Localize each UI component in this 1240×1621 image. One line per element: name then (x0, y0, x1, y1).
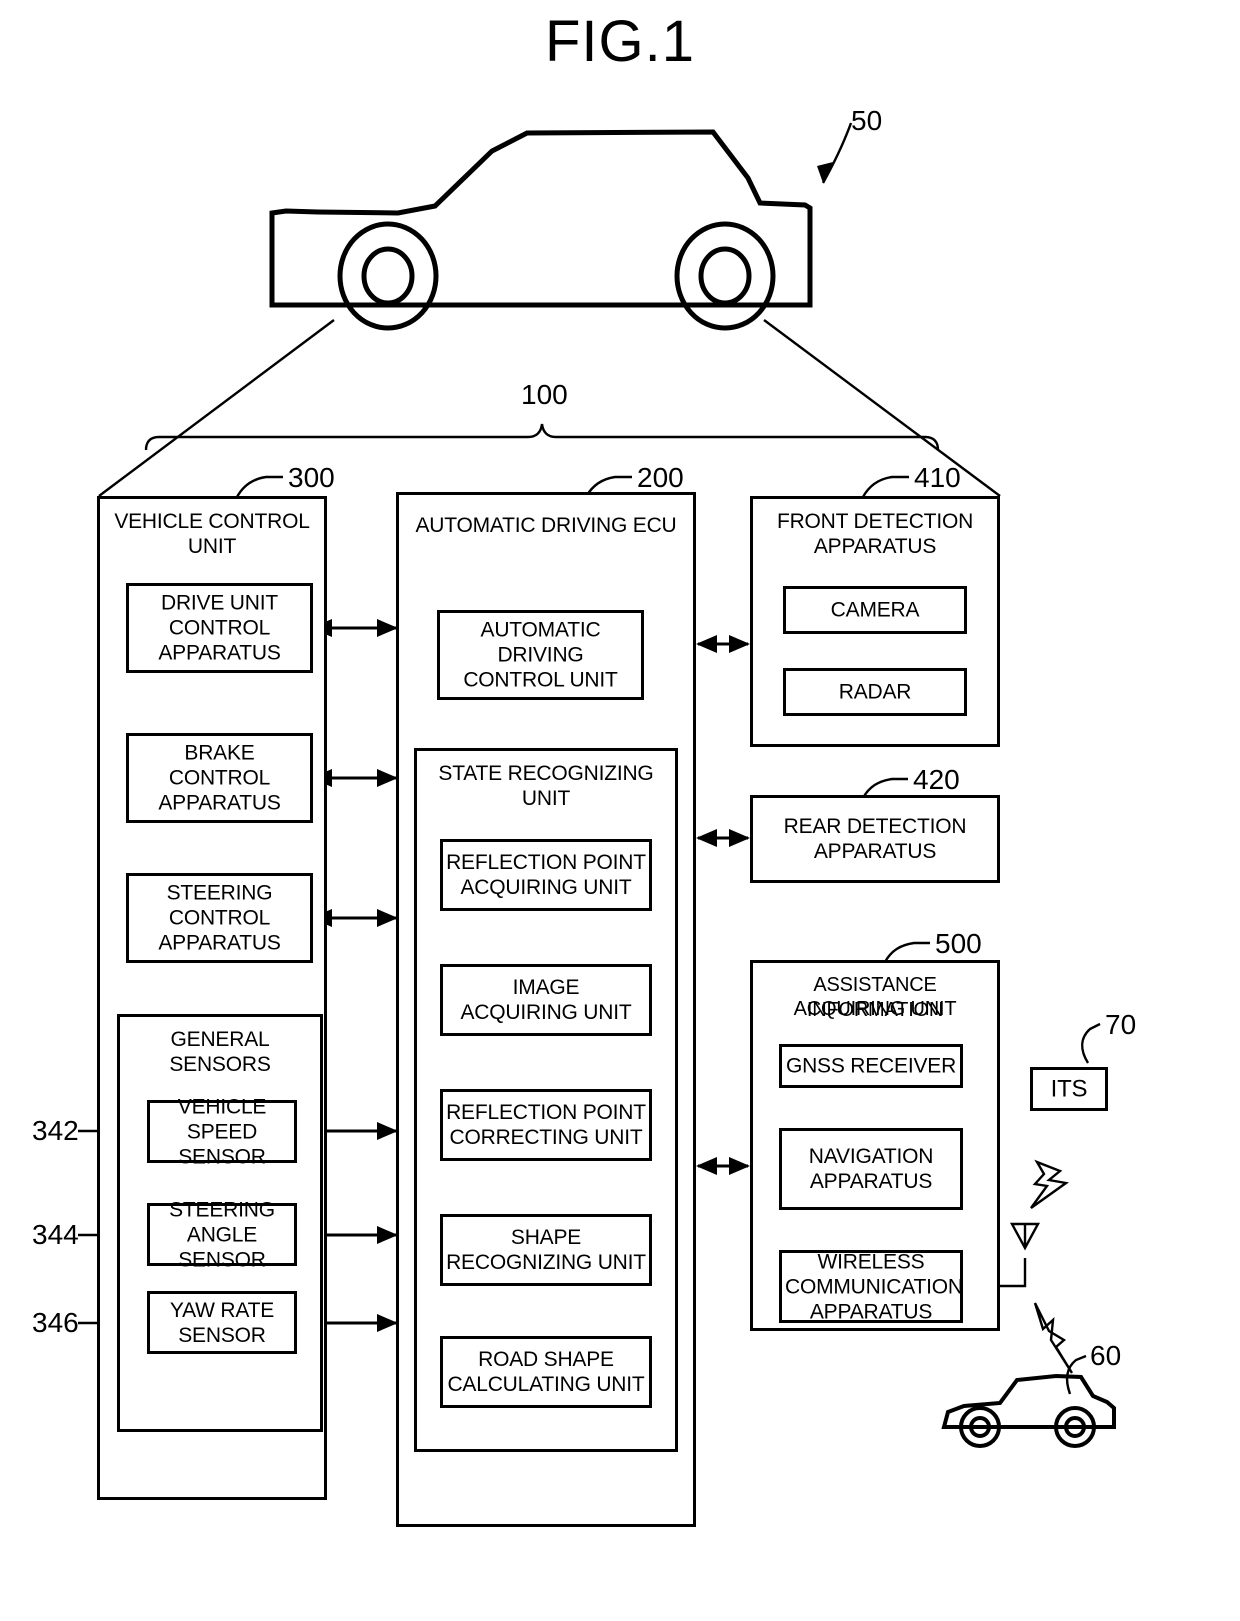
ref-100: 100 (521, 379, 568, 410)
leader-300 (235, 475, 283, 498)
rear-detection-apparatus-box[interactable]: REAR DETECTION APPARATUS (750, 795, 1000, 883)
its-box[interactable]: ITS (1030, 1067, 1108, 1111)
vehicle-speed-sensor-box[interactable]: VEHICLE SPEED SENSOR (147, 1095, 297, 1168)
gnss-receiver-label: GNSS RECEIVER (785, 1054, 957, 1078)
brace-100 (144, 423, 940, 451)
camera-label: CAMERA (830, 598, 920, 622)
lightning-bolt-its (1030, 1159, 1070, 1209)
rear-detection-apparatus-label: REAR DETECTION APPARATUS (783, 815, 967, 863)
image-acquiring-unit-label: IMAGE ACQUIRING UNIT (460, 976, 632, 1024)
state-recognizing-unit-title-line1: STATE RECOGNIZING (438, 762, 654, 785)
road-shape-calculating-unit-label: ROAD SHAPE CALCULATING UNIT (447, 1348, 645, 1396)
camera-box[interactable]: CAMERA (783, 586, 967, 634)
arrow-ecu-front-detection (696, 635, 750, 653)
vehicle-control-unit-title-line2: UNIT (187, 535, 237, 558)
steering-control-apparatus-label: STEERING CONTROL APPARATUS (158, 881, 281, 955)
drive-unit-control-apparatus-label: DRIVE UNIT CONTROL APPARATUS (158, 591, 281, 665)
yaw-rate-sensor-label: YAW RATE SENSOR (169, 1298, 275, 1347)
automatic-driving-control-unit-box[interactable]: AUTOMATIC DRIVING CONTROL UNIT (437, 610, 644, 700)
wireless-communication-apparatus-box[interactable]: WIRELESS COMMUNICATION APPARATUS (779, 1250, 963, 1323)
steering-control-apparatus-box[interactable]: STEERING CONTROL APPARATUS (126, 873, 313, 963)
drive-unit-control-apparatus-box[interactable]: DRIVE UNIT CONTROL APPARATUS (126, 583, 313, 673)
navigation-apparatus-box[interactable]: NAVIGATION APPARATUS (779, 1128, 963, 1210)
ego-vehicle-illustration (269, 129, 813, 331)
radar-box[interactable]: RADAR (783, 668, 967, 716)
ref-346: 346 (32, 1307, 79, 1338)
figure-title: FIG.1 (544, 9, 696, 74)
ref-344: 344 (32, 1219, 79, 1250)
leader-50 (817, 122, 853, 184)
wireless-communication-apparatus-label: WIRELESS COMMUNICATION APPARATUS (785, 1250, 963, 1323)
ref-300: 300 (288, 462, 335, 493)
ref-200: 200 (637, 462, 684, 493)
vehicle-speed-sensor-label: VEHICLE SPEED SENSOR (177, 1095, 267, 1168)
ref-500: 500 (935, 928, 982, 959)
lightning-bolt-vehicle (1033, 1302, 1074, 1374)
vehicle-control-unit-title-line1: VEHICLE CONTROL (114, 510, 310, 533)
general-sensors-title-line2: SENSORS (169, 1053, 271, 1076)
general-sensors-title-line1: GENERAL (170, 1028, 270, 1051)
front-detection-apparatus-title-line1: FRONT DETECTION (776, 510, 974, 533)
arrow-ecu-assistance (696, 1157, 750, 1175)
shape-recognizing-unit-label: SHAPE RECOGNIZING UNIT (446, 1226, 646, 1274)
ref-50: 50 (851, 105, 883, 136)
ref-70: 70 (1105, 1009, 1137, 1040)
automatic-driving-control-unit-label: AUTOMATIC DRIVING CONTROL UNIT (463, 618, 618, 692)
image-acquiring-unit-box[interactable]: IMAGE ACQUIRING UNIT (440, 964, 652, 1036)
brake-control-apparatus-label: BRAKE CONTROL APPARATUS (158, 741, 281, 815)
leader-410 (861, 475, 909, 498)
navigation-apparatus-label: NAVIGATION APPARATUS (808, 1145, 934, 1193)
its-label: ITS (1050, 1075, 1088, 1103)
ref-410: 410 (914, 462, 961, 493)
ref-420: 420 (913, 764, 960, 795)
reflection-point-acquiring-unit-box[interactable]: REFLECTION POINT ACQUIRING UNIT (440, 839, 652, 911)
road-shape-calculating-unit-box[interactable]: ROAD SHAPE CALCULATING UNIT (440, 1336, 652, 1408)
automatic-driving-ecu-title: AUTOMATIC DRIVING ECU (415, 514, 677, 537)
reflection-point-correcting-unit-label: REFLECTION POINT CORRECTING UNIT (446, 1101, 646, 1149)
radar-label: RADAR (838, 680, 912, 704)
steering-angle-sensor-label: STEERING ANGLE SENSOR (169, 1198, 275, 1271)
assistance-information-title-line2: ACQUIRING UNIT (793, 998, 957, 1020)
reflection-point-acquiring-unit-label: REFLECTION POINT ACQUIRING UNIT (446, 851, 646, 899)
yaw-rate-sensor-box[interactable]: YAW RATE SENSOR (147, 1291, 297, 1354)
figure-page: FIG.1 50 100 300 342 344 346 200 410 420… (0, 0, 1240, 1621)
reflection-point-correcting-unit-box[interactable]: REFLECTION POINT CORRECTING UNIT (440, 1089, 652, 1161)
front-detection-apparatus-title-line2: APPARATUS (813, 535, 937, 558)
ref-342: 342 (32, 1115, 79, 1146)
leader-60 (1065, 1354, 1087, 1395)
gnss-receiver-box[interactable]: GNSS RECEIVER (779, 1044, 963, 1088)
ref-60: 60 (1090, 1340, 1122, 1371)
steering-angle-sensor-box[interactable]: STEERING ANGLE SENSOR (147, 1198, 297, 1271)
state-recognizing-unit-title-line2: UNIT (521, 787, 571, 810)
other-vehicle-illustration (941, 1373, 1116, 1448)
leader-70 (1081, 1022, 1101, 1064)
shape-recognizing-unit-box[interactable]: SHAPE RECOGNIZING UNIT (440, 1214, 652, 1286)
arrow-ecu-rear-detection (696, 829, 750, 847)
brake-control-apparatus-box[interactable]: BRAKE CONTROL APPARATUS (126, 733, 313, 823)
